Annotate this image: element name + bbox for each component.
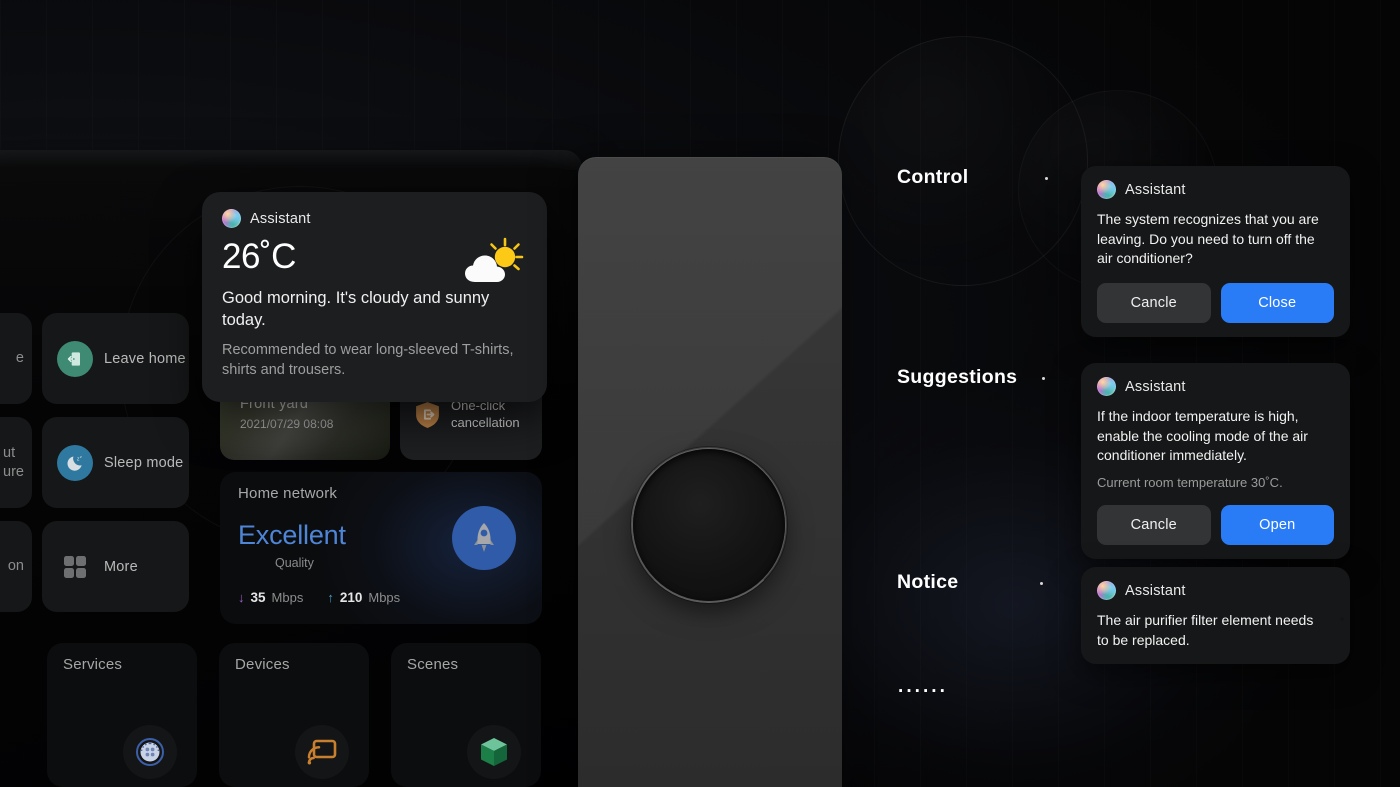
upload-value: 210 [339, 590, 363, 605]
assistant-orb-icon [1097, 581, 1116, 600]
network-card-title: Home network [238, 485, 338, 502]
tile-services[interactable]: Services [47, 643, 197, 787]
section-label-control: Control [897, 166, 969, 188]
assistant-label: Assistant [1125, 181, 1186, 198]
cancel-button[interactable]: Cancle [1097, 504, 1211, 545]
notification-body: The air purifier filter element needs to… [1097, 611, 1334, 650]
notification-actions: Cancle Close [1097, 282, 1334, 323]
download-unit: Mbps [271, 590, 304, 605]
smart-home-control-screen: e ut ure on Leave home z z Sleep mode Mo… [0, 0, 1400, 787]
bottom-tile-row: Services Devices Scenes [47, 643, 541, 787]
tile-title: Services [63, 656, 123, 673]
clipped-shortcut-card[interactable]: on [0, 521, 32, 612]
moon-zzz-icon: z z [57, 444, 93, 481]
shortcut-label: Leave home [104, 350, 186, 367]
green-cube-icon [467, 725, 521, 779]
arrow-up-icon: ↑ [327, 590, 334, 605]
assistant-header: Assistant [1097, 377, 1334, 396]
notification-actions: Cancle Open [1097, 504, 1334, 545]
notification-card-suggestion[interactable]: Assistant If the indoor temperature is h… [1081, 363, 1350, 559]
tile-scenes[interactable]: Scenes [391, 643, 541, 787]
assistant-orb-icon [222, 209, 241, 228]
clipped-shortcut-card[interactable]: e [0, 313, 32, 404]
network-quality-label: Quality [275, 556, 314, 570]
section-bullet-suggestions [1042, 377, 1045, 380]
tile-title: Devices [235, 656, 290, 673]
assistant-orb-icon [1097, 180, 1116, 199]
shortcut-column: Leave home z z Sleep mode More [42, 313, 189, 625]
network-quality-value: Excellent [238, 520, 346, 550]
network-speed-stats: ↓ 35 Mbps ↑ 210 Mbps [238, 590, 400, 605]
door-exit-icon [57, 340, 93, 377]
shortcut-more[interactable]: More [42, 521, 189, 612]
tile-devices[interactable]: Devices [219, 643, 369, 787]
section-bullet-control [1045, 177, 1048, 180]
clipped-shortcut-label: on [7, 558, 24, 574]
download-value: 35 [250, 590, 266, 605]
notification-body: The system recognizes that you are leavi… [1097, 210, 1334, 269]
section-label-more-ellipsis: ······ [898, 681, 948, 702]
shortcut-label: More [104, 558, 138, 575]
section-bullet-notice [1040, 582, 1043, 585]
clipped-shortcut-card[interactable]: ut ure [0, 417, 32, 508]
tile-title: Scenes [407, 656, 459, 673]
clothing-advice: Recommended to wear long-sleeved T-shirt… [222, 342, 514, 378]
weather-assistant-card[interactable]: Assistant 26˚C Good morning. It's cloudy… [202, 192, 547, 402]
notification-body: If the indoor temperature is high, enabl… [1097, 407, 1334, 466]
upload-unit: Mbps [368, 590, 401, 605]
assistant-header: Assistant [222, 209, 527, 228]
left-panel-top-bezel [0, 150, 582, 170]
assistant-label: Assistant [1125, 582, 1186, 599]
notification-message: The air purifier filter element needs to… [1097, 612, 1314, 648]
assistant-header: Assistant [1097, 581, 1334, 600]
close-button[interactable]: Close [1220, 282, 1334, 323]
background-ring-decoration [838, 36, 1088, 286]
shortcut-sleep-mode[interactable]: z z Sleep mode [42, 417, 189, 508]
open-button[interactable]: Open [1220, 504, 1334, 545]
notification-message: If the indoor temperature is high, enabl… [1097, 408, 1308, 463]
notification-message: The system recognizes that you are leavi… [1097, 211, 1319, 266]
download-speed: ↓ 35 Mbps [238, 590, 303, 605]
section-label-suggestions: Suggestions [897, 366, 1018, 388]
shield-exit-icon [413, 400, 442, 429]
notification-card-control[interactable]: Assistant The system recognizes that you… [1081, 166, 1350, 337]
assistant-label: Assistant [1125, 378, 1186, 395]
grid-four-icon [57, 549, 93, 585]
upload-speed: ↑ 210 Mbps [327, 590, 400, 605]
notification-card-notice[interactable]: Assistant The air purifier filter elemen… [1081, 567, 1350, 664]
section-label-notice: Notice [897, 571, 959, 593]
arrow-down-icon: ↓ [238, 590, 245, 605]
clipped-shortcut-label: e [15, 350, 24, 366]
cast-device-icon [295, 725, 349, 779]
assistant-label: Assistant [250, 210, 311, 227]
weather-greeting: Good morning. It's cloudy and sunny toda… [222, 289, 490, 329]
cancel-button[interactable]: Cancle [1097, 282, 1211, 323]
camera-timestamp: 2021/07/29 08:08 [240, 417, 334, 431]
notification-subtext: Current room temperature 30˚C. [1097, 474, 1283, 490]
control-dial[interactable] [631, 447, 787, 603]
shortcut-label: Sleep mode [104, 454, 184, 471]
assistant-orb-icon [1097, 377, 1116, 396]
shortcut-leave-home[interactable]: Leave home [42, 313, 189, 404]
home-network-card[interactable]: Home network Excellent Quality ↓ 35 Mbps… [220, 472, 542, 624]
assistant-header: Assistant [1097, 180, 1334, 199]
clipped-shortcut-label: ut ure [3, 444, 24, 480]
center-appliance-panel [578, 157, 842, 787]
services-cluster-icon [123, 725, 177, 779]
rocket-icon [452, 506, 516, 570]
svg-text:z: z [79, 454, 81, 459]
clipped-shortcut-column: e ut ure on [0, 313, 32, 625]
sun-behind-cloud-icon [463, 236, 525, 290]
one-click-label: One-click cancellation [451, 398, 520, 430]
